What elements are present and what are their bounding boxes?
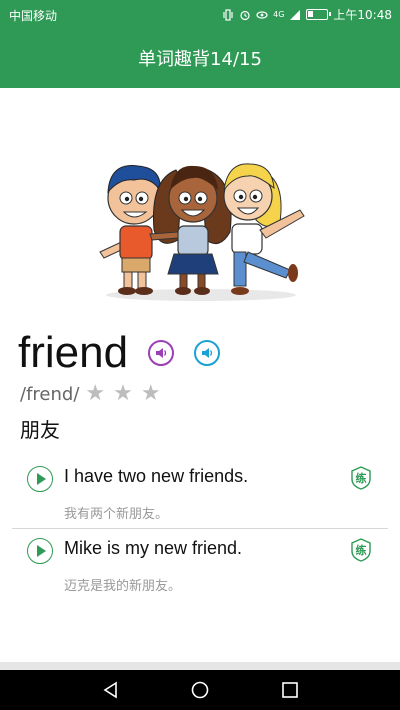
star-icon: ★ xyxy=(113,381,133,406)
system-nav-bar xyxy=(0,670,400,710)
example-sentence: Mike is my new friend. 迈克是我的新朋友。 练 xyxy=(0,530,400,598)
star-icon: ★ xyxy=(85,381,106,406)
speaker-icon xyxy=(156,348,167,358)
difficulty-rating: ★ ★ ★ xyxy=(85,383,160,405)
divider xyxy=(12,528,388,529)
signal-icon xyxy=(290,9,301,20)
practice-label: 练 xyxy=(355,472,367,485)
page-title: 单词趣背14/15 xyxy=(138,49,262,70)
app-bar: 单词趣背14/15 xyxy=(0,28,400,88)
vibrate-icon xyxy=(223,8,233,21)
phonetic-row: /frend/ ★ ★ ★ xyxy=(20,383,161,405)
home-icon[interactable] xyxy=(190,680,210,700)
speaker-icon xyxy=(202,348,213,358)
example-sentence: I have two new friends. 我有两个新朋友。 练 xyxy=(0,458,400,526)
play-icon[interactable] xyxy=(27,538,53,564)
battery-icon xyxy=(306,9,332,20)
example-english: I have two new friends. xyxy=(64,466,249,486)
word-meaning: 朋友 xyxy=(20,418,60,442)
bottom-strip xyxy=(0,662,400,670)
example-chinese: 我有两个新朋友。 xyxy=(64,507,169,522)
practice-button[interactable]: 练 xyxy=(350,538,372,562)
friends-illustration xyxy=(99,163,305,301)
recents-icon[interactable] xyxy=(280,680,300,700)
phonetic-text: /frend/ xyxy=(20,383,80,405)
status-bar: 中国移动 4G 上午10:48 xyxy=(0,0,400,28)
word-text: friend xyxy=(18,328,129,377)
alarm-icon xyxy=(240,10,250,20)
example-english: Mike is my new friend. xyxy=(64,538,243,558)
practice-button[interactable]: 练 xyxy=(350,466,372,490)
eye-icon xyxy=(256,10,268,19)
star-icon: ★ xyxy=(140,381,161,406)
play-icon[interactable] xyxy=(27,466,53,492)
carrier-label: 中国移动 xyxy=(9,9,58,23)
word-row: friend xyxy=(18,326,221,380)
uk-pronunciation-button[interactable] xyxy=(148,340,175,366)
boy-figure xyxy=(99,165,161,295)
us-pronunciation-button[interactable] xyxy=(194,340,221,366)
status-icons: 4G 上午10:48 xyxy=(222,6,392,23)
girl-figure-blonde xyxy=(223,163,305,295)
practice-label: 练 xyxy=(355,544,367,557)
girl-figure-brunette xyxy=(149,165,232,295)
network-type-label: 4G xyxy=(273,10,285,19)
back-icon[interactable] xyxy=(101,680,121,700)
example-chinese: 迈克是我的新朋友。 xyxy=(64,579,182,594)
status-time: 上午10:48 xyxy=(333,8,392,22)
